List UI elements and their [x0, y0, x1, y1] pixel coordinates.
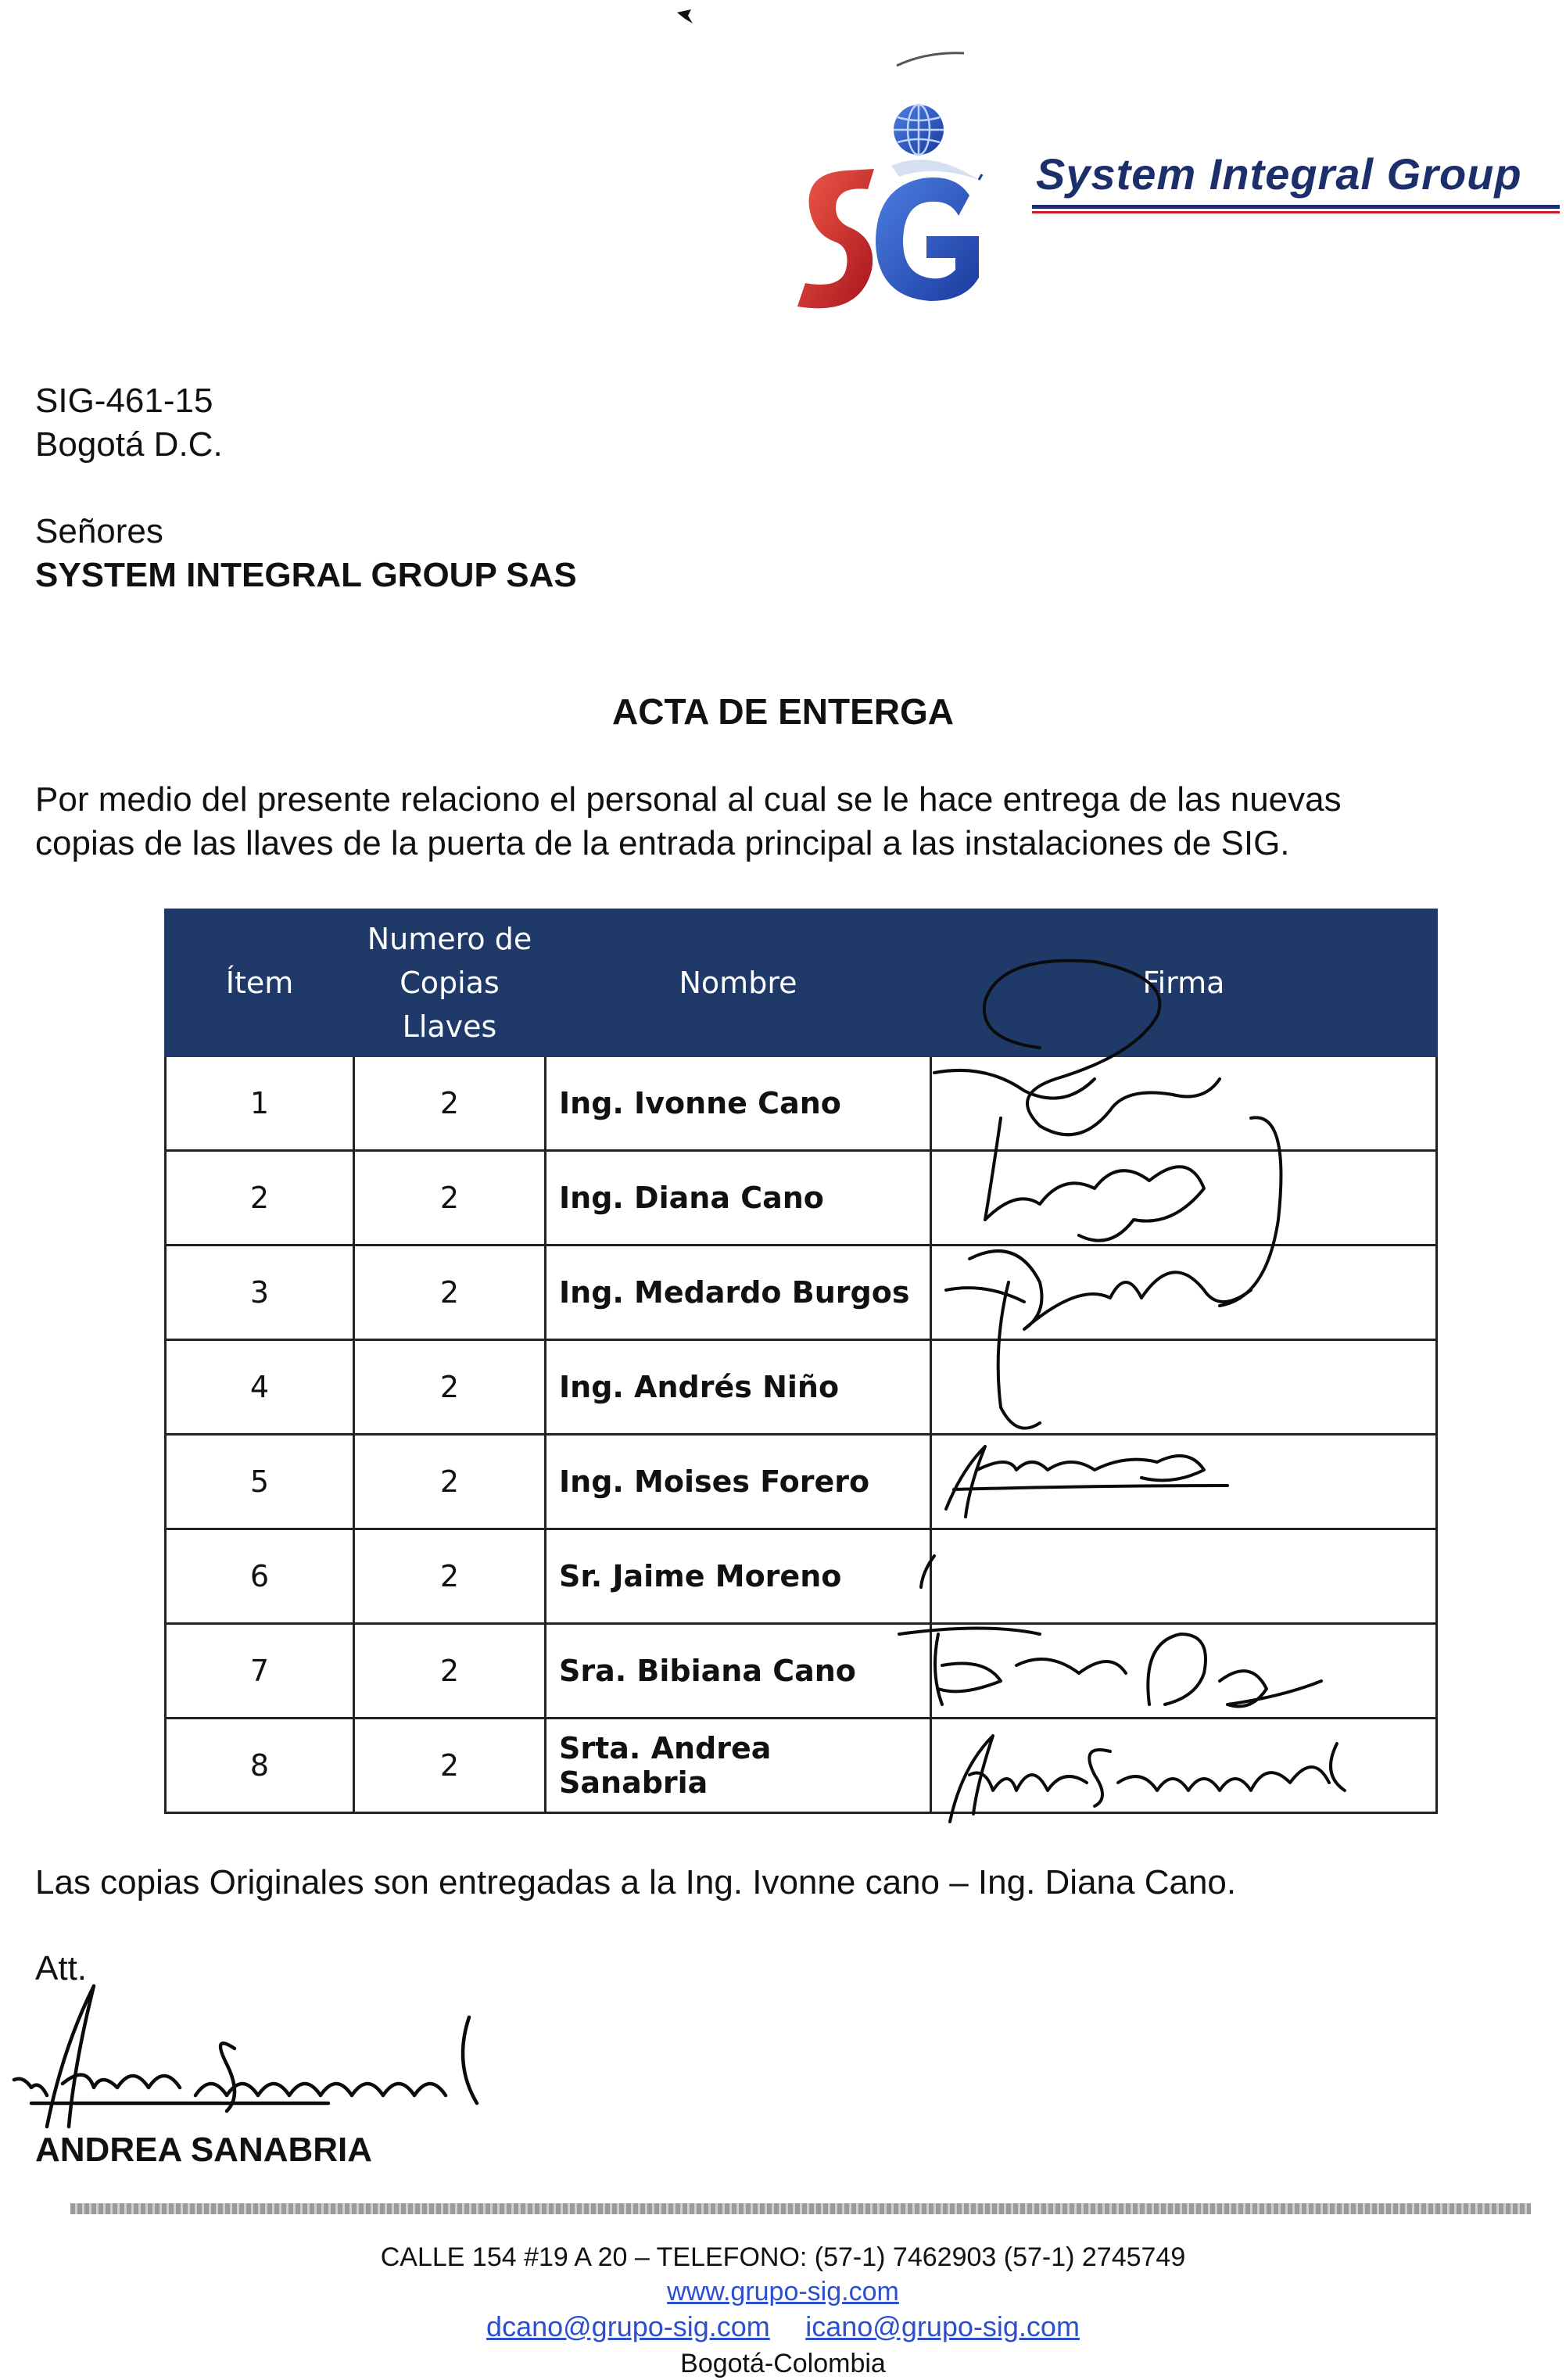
header-copies-line-1: Numero de — [367, 922, 532, 956]
intro-line-2: copias de las llaves de la puerta de la … — [35, 824, 1290, 862]
table-row: 2 2 Ing. Diana Cano — [164, 1149, 1438, 1246]
cell-copies: 2 — [353, 1149, 546, 1246]
cell-copies: 2 — [353, 1339, 546, 1436]
cell-copies: 2 — [353, 1717, 546, 1814]
cell-signature — [930, 1622, 1438, 1719]
scan-speck — [677, 9, 693, 23]
cell-name: Ing. Moises Forero — [544, 1433, 932, 1530]
company-name: System Integral Group — [1036, 149, 1522, 199]
table-row: 3 2 Ing. Medardo Burgos — [164, 1244, 1438, 1341]
cell-signature — [930, 1528, 1438, 1625]
cell-item: 2 — [164, 1149, 355, 1246]
cell-name: Sr. Jaime Moreno — [544, 1528, 932, 1625]
footer-website-link[interactable]: www.grupo-sig.com — [0, 2275, 1566, 2308]
header-copies-line-3: Llaves — [402, 1009, 497, 1044]
email-link-dcano[interactable]: dcano@grupo-sig.com — [486, 2310, 770, 2342]
cell-signature — [930, 1433, 1438, 1530]
table-row: 6 2 Sr. Jaime Moreno — [164, 1528, 1438, 1625]
table-row: 1 2 Ing. Ivonne Cano — [164, 1055, 1438, 1152]
cell-copies: 2 — [353, 1528, 546, 1625]
document-reference: SIG-461-15 — [35, 382, 213, 420]
table-row: 5 2 Ing. Moises Forero — [164, 1433, 1438, 1530]
cell-item: 4 — [164, 1339, 355, 1436]
key-delivery-table: Ítem Numero de Copias Llaves Nombre Firm… — [164, 909, 1438, 1814]
brand-rule-navy — [1032, 205, 1560, 209]
signature-andrea-sanabria — [12, 1984, 479, 2129]
cell-signature — [930, 1149, 1438, 1246]
cell-copies: 2 — [353, 1244, 546, 1341]
cell-name: Srta. Andrea Sanabria — [544, 1717, 932, 1814]
cell-name: Ing. Diana Cano — [544, 1149, 932, 1246]
recipient: SYSTEM INTEGRAL GROUP SAS — [35, 556, 577, 594]
att-label: Att. — [35, 1949, 88, 1988]
cell-item: 6 — [164, 1528, 355, 1625]
cell-item: 3 — [164, 1244, 355, 1341]
cell-item: 5 — [164, 1433, 355, 1530]
intro-line-1: Por medio del presente relaciono el pers… — [35, 780, 1342, 819]
header-item: Ítem — [164, 909, 355, 1057]
salutation: Señores — [35, 512, 163, 550]
footer-address: CALLE 154 #19 A 20 – TELEFONO: (57-1) 74… — [380, 2242, 1186, 2272]
cell-item: 1 — [164, 1055, 355, 1152]
cell-signature — [930, 1055, 1438, 1152]
footer-emails: dcano@grupo-sig.com icano@grupo-sig.com — [0, 2310, 1566, 2344]
header-copies: Numero de Copias Llaves — [353, 909, 546, 1057]
footer-city: Bogotá-Colombia — [680, 2349, 886, 2378]
cell-item: 7 — [164, 1622, 355, 1719]
brand-rule-red — [1032, 211, 1560, 213]
document-title: ACTA DE ENTERGA — [612, 691, 954, 732]
cell-copies: 2 — [353, 1622, 546, 1719]
scan-mark — [896, 52, 965, 67]
header-name: Nombre — [544, 909, 932, 1057]
cell-copies: 2 — [353, 1433, 546, 1530]
cell-signature — [930, 1717, 1438, 1814]
sig-logo — [797, 103, 984, 309]
cell-signature — [930, 1244, 1438, 1341]
signer-name: ANDREA SANABRIA — [35, 2131, 373, 2169]
cell-copies: 2 — [353, 1055, 546, 1152]
table-row: 8 2 Srta. Andrea Sanabria — [164, 1717, 1438, 1814]
footer-divider — [70, 2203, 1531, 2214]
email-link-icano[interactable]: icano@grupo-sig.com — [805, 2310, 1080, 2342]
header-signature: Firma — [930, 909, 1438, 1057]
cell-name: Ing. Medardo Burgos — [544, 1244, 932, 1341]
cell-item: 8 — [164, 1717, 355, 1814]
table-row: 7 2 Sra. Bibiana Cano — [164, 1622, 1438, 1719]
closing-note: Las copias Originales son entregadas a l… — [35, 1863, 1237, 1901]
table-header-row: Ítem Numero de Copias Llaves Nombre Firm… — [164, 909, 1438, 1057]
cell-name: Ing. Ivonne Cano — [544, 1055, 932, 1152]
cell-name: Sra. Bibiana Cano — [544, 1622, 932, 1719]
cell-name: Ing. Andrés Niño — [544, 1339, 932, 1436]
document-city: Bogotá D.C. — [35, 425, 223, 464]
table-row: 4 2 Ing. Andrés Niño — [164, 1339, 1438, 1436]
header-copies-line-2: Copias — [400, 966, 500, 1000]
cell-signature — [930, 1339, 1438, 1436]
